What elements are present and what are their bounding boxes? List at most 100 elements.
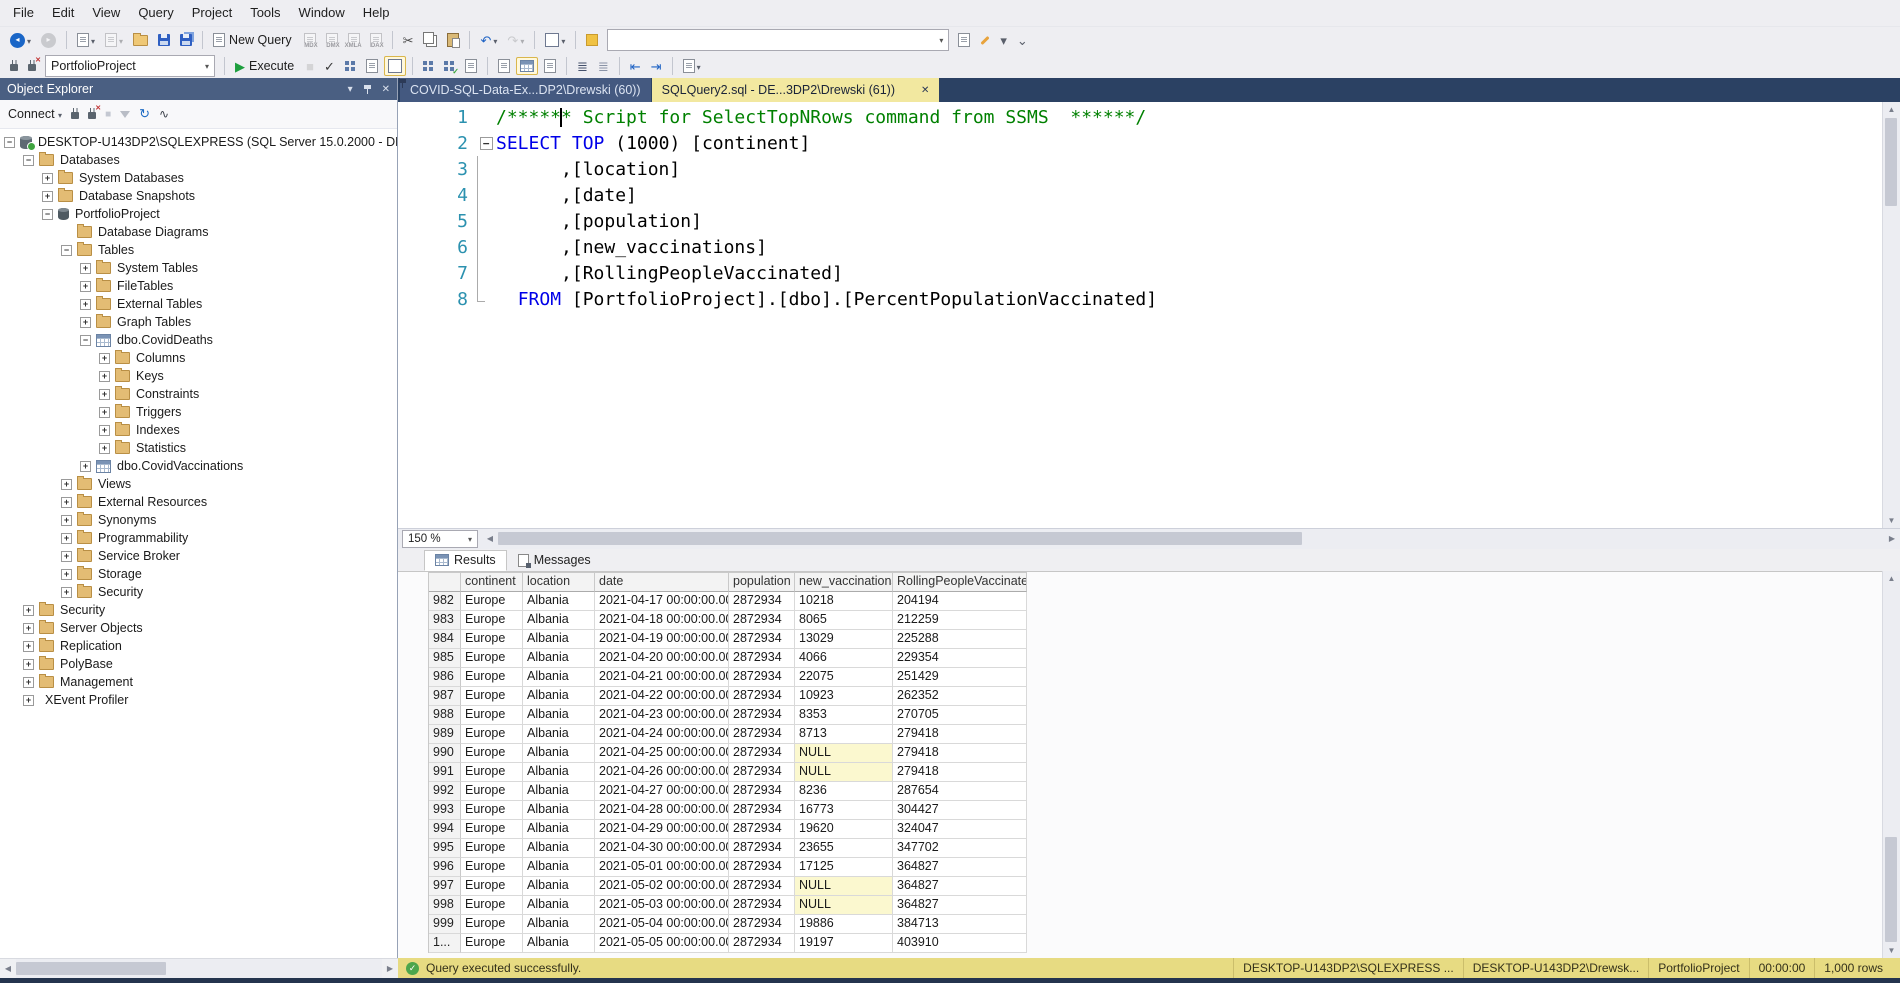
grid-cell[interactable]: Albania [523, 858, 595, 877]
new-project-button[interactable]: ▾ [73, 30, 99, 50]
tree-item-external-tables[interactable]: +External Tables [0, 295, 397, 313]
grid-cell[interactable]: 2872934 [729, 725, 795, 744]
grid-cell[interactable]: Albania [523, 801, 595, 820]
grid-cell[interactable]: Albania [523, 706, 595, 725]
grid-cell[interactable]: Europe [461, 801, 523, 820]
menu-view[interactable]: View [83, 1, 129, 25]
grid-cell[interactable]: 2021-04-23 00:00:00.000 [595, 706, 729, 725]
scrollbar-track[interactable] [16, 959, 382, 978]
scrollbar-thumb[interactable] [498, 532, 1302, 545]
grid-cell[interactable]: 204194 [893, 592, 1027, 611]
find-combobox[interactable]: ▾ [607, 29, 949, 51]
code-line-4[interactable]: 4 ,[date] [398, 182, 1900, 208]
expand-icon[interactable]: + [61, 497, 72, 508]
grid-cell[interactable]: 2021-04-28 00:00:00.000 [595, 801, 729, 820]
collapse-icon[interactable]: − [61, 245, 72, 256]
chevron-down-icon[interactable]: ▾ [27, 37, 31, 46]
grid-cell[interactable]: Europe [461, 858, 523, 877]
results-grid[interactable]: continentlocationdatepopulationnew_vacci… [428, 572, 1027, 953]
object-explorer-horizontal-scrollbar[interactable]: ◀ ▶ [0, 958, 398, 978]
grid-cell[interactable]: Europe [461, 592, 523, 611]
tree-item-external-resources[interactable]: +External Resources [0, 493, 397, 511]
grid-cell[interactable]: 229354 [893, 649, 1027, 668]
grid-cell[interactable]: 324047 [893, 820, 1027, 839]
tree-item-server-objects[interactable]: +Server Objects [0, 619, 397, 637]
tree-item-system-tables[interactable]: +System Tables [0, 259, 397, 277]
paste-button[interactable] [443, 30, 463, 50]
scrollbar-thumb[interactable] [1885, 118, 1897, 206]
change-connection-button[interactable] [24, 58, 40, 74]
grid-cell[interactable]: 2872934 [729, 687, 795, 706]
results-to-file-button[interactable] [540, 56, 560, 76]
scrollbar-thumb[interactable] [1885, 837, 1897, 942]
scroll-right-arrow-icon[interactable]: ▶ [382, 959, 398, 979]
tree-item-databases[interactable]: −Databases [0, 151, 397, 169]
refresh-icon[interactable]: ↻ [139, 106, 150, 122]
chevron-down-icon[interactable]: ▾ [520, 37, 524, 46]
expand-icon[interactable]: + [61, 587, 72, 598]
grid-cell[interactable]: 364827 [893, 858, 1027, 877]
grid-cell[interactable]: 2021-04-30 00:00:00.000 [595, 839, 729, 858]
grid-cell[interactable]: NULL [795, 744, 893, 763]
row-header-cell[interactable]: 994 [429, 820, 461, 839]
new-query-button[interactable]: New Query [209, 30, 298, 50]
row-header-cell[interactable]: 993 [429, 801, 461, 820]
copy-button[interactable] [419, 30, 441, 50]
expand-icon[interactable]: + [61, 569, 72, 580]
grid-cell[interactable]: Albania [523, 896, 595, 915]
editor-zoom-combobox[interactable]: 150 % ▾ [402, 530, 478, 548]
collapse-icon[interactable]: − [4, 137, 15, 148]
query-options-button[interactable] [362, 56, 382, 76]
expand-icon[interactable]: + [80, 263, 91, 274]
grid-cell[interactable]: 4066 [795, 649, 893, 668]
database-combobox[interactable]: PortfolioProject▾ [45, 55, 215, 77]
connection-plug-button[interactable] [6, 58, 22, 74]
grid-cell[interactable]: 2021-05-05 00:00:00.000 [595, 934, 729, 953]
row-header-cell[interactable]: 990 [429, 744, 461, 763]
grid-cell[interactable]: 270705 [893, 706, 1027, 725]
row-header-cell[interactable]: 995 [429, 839, 461, 858]
tree-item-management[interactable]: +Management [0, 673, 397, 691]
tree-item-keys[interactable]: +Keys [0, 367, 397, 385]
expand-icon[interactable]: + [42, 173, 53, 184]
pin-icon[interactable] [904, 85, 913, 96]
expand-icon[interactable]: + [23, 677, 34, 688]
tree-item-triggers[interactable]: +Triggers [0, 403, 397, 421]
grid-cell[interactable]: 287654 [893, 782, 1027, 801]
grid-cell[interactable]: Europe [461, 630, 523, 649]
chevron-down-icon[interactable]: ▾ [493, 37, 497, 46]
grid-cell[interactable]: 347702 [893, 839, 1027, 858]
grid-cell[interactable]: 2872934 [729, 611, 795, 630]
comment-button[interactable]: ≣ [573, 57, 592, 76]
tree-item-system-databases[interactable]: +System Databases [0, 169, 397, 187]
grid-cell[interactable]: Albania [523, 592, 595, 611]
grid-cell[interactable]: 2021-04-20 00:00:00.000 [595, 649, 729, 668]
grid-cell[interactable]: Europe [461, 820, 523, 839]
grid-cell[interactable]: 2872934 [729, 649, 795, 668]
tree-item-database-snapshots[interactable]: +Database Snapshots [0, 187, 397, 205]
grid-cell[interactable]: 10923 [795, 687, 893, 706]
grid-cell[interactable]: Albania [523, 877, 595, 896]
tree-item-synonyms[interactable]: +Synonyms [0, 511, 397, 529]
tree-item-service-broker[interactable]: +Service Broker [0, 547, 397, 565]
code-line-7[interactable]: 7 ,[RollingPeopleVaccinated] [398, 260, 1900, 286]
live-query-stats-toggle[interactable] [440, 58, 459, 75]
grid-cell[interactable]: 19197 [795, 934, 893, 953]
grid-cell[interactable]: 19620 [795, 820, 893, 839]
expand-icon[interactable]: + [23, 623, 34, 634]
grid-cell[interactable]: 2872934 [729, 592, 795, 611]
expand-icon[interactable]: + [42, 191, 53, 202]
tree-item-graph-tables[interactable]: +Graph Tables [0, 313, 397, 331]
grid-cell[interactable]: 2021-04-19 00:00:00.000 [595, 630, 729, 649]
scroll-down-arrow-icon[interactable]: ▼ [1883, 946, 1900, 955]
grid-cell[interactable]: 279418 [893, 763, 1027, 782]
editor-vertical-scrollbar[interactable]: ▲ ▼ [1882, 102, 1900, 528]
row-header-cell[interactable]: 997 [429, 877, 461, 896]
grid-cell[interactable]: Europe [461, 649, 523, 668]
results-vertical-scrollbar[interactable]: ▲ ▼ [1882, 571, 1900, 958]
code-line-6[interactable]: 6 ,[new_vaccinations] [398, 234, 1900, 260]
column-header-rowselect[interactable] [429, 573, 461, 592]
grid-cell[interactable]: 2872934 [729, 763, 795, 782]
grid-cell[interactable]: Europe [461, 725, 523, 744]
editor-horizontal-scrollbar[interactable] [498, 529, 1884, 549]
